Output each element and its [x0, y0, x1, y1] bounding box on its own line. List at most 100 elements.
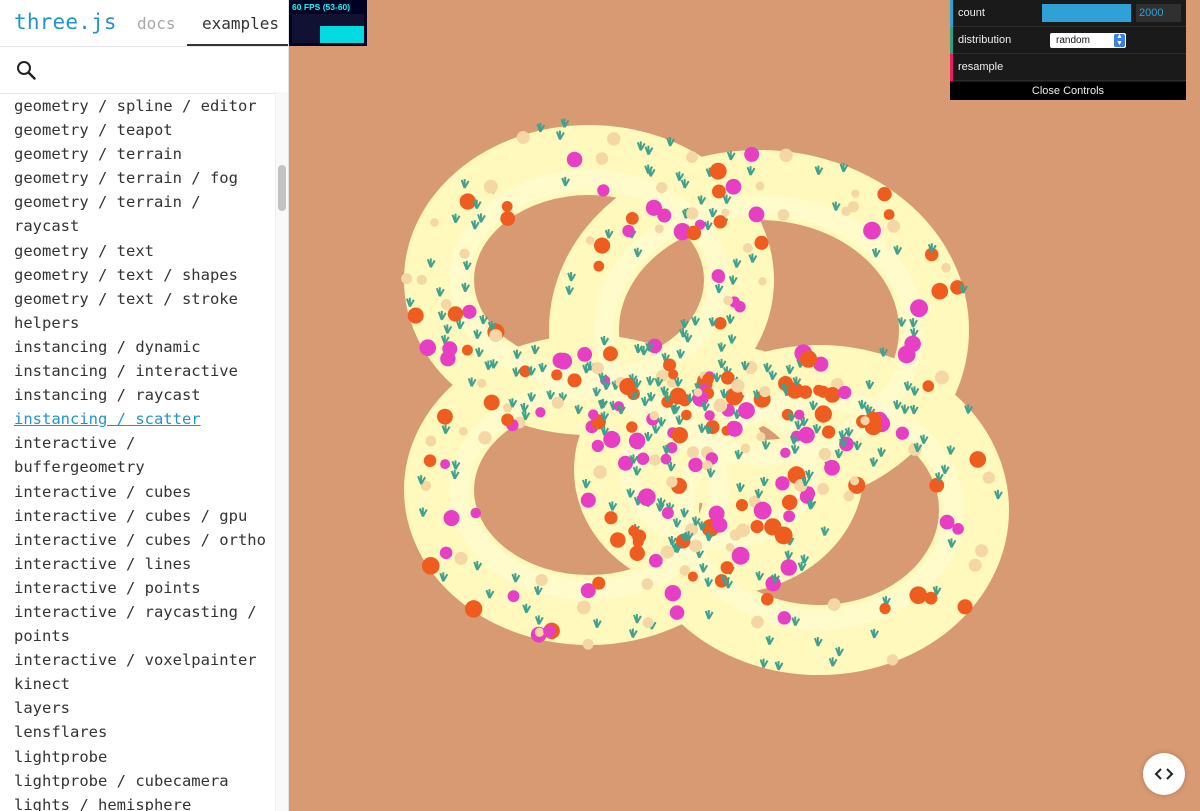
- example-link[interactable]: interactive / points: [14, 576, 276, 600]
- select-arrows-icon[interactable]: ▲ ▼: [1114, 33, 1125, 47]
- flower-instance: [580, 492, 596, 508]
- count-label: count: [958, 7, 985, 19]
- example-link[interactable]: geometry / terrain: [14, 142, 276, 166]
- flower-instance: [712, 517, 728, 533]
- flower-instance: [887, 219, 901, 233]
- flower-instance: [726, 421, 743, 437]
- flower-instance: [686, 151, 698, 163]
- example-link[interactable]: lightprobe: [14, 745, 276, 769]
- example-link[interactable]: interactive / cubes / gpu: [14, 504, 276, 528]
- flower-instance: [642, 617, 654, 629]
- flower-instance: [593, 465, 607, 479]
- search-bar[interactable]: [0, 47, 288, 94]
- control-resample[interactable]: resample: [950, 54, 1186, 81]
- flower-instance: [566, 151, 583, 168]
- flower-instance: [628, 525, 640, 537]
- flower-instance: [860, 416, 870, 426]
- flower-instance: [656, 181, 668, 194]
- flower-instance: [886, 654, 899, 666]
- example-link[interactable]: helpers: [14, 311, 276, 335]
- close-controls-button[interactable]: Close Controls: [950, 82, 1186, 100]
- flower-instance: [407, 307, 424, 324]
- example-link[interactable]: instancing / dynamic: [14, 335, 276, 359]
- distribution-select[interactable]: random ▲ ▼: [1050, 33, 1126, 48]
- tab-examples[interactable]: examples: [202, 14, 279, 33]
- flower-instance: [814, 405, 832, 423]
- flower-instance: [430, 218, 439, 227]
- example-link[interactable]: layers: [14, 696, 276, 720]
- example-link[interactable]: interactive / raycasting / points: [14, 600, 276, 648]
- flower-instance: [723, 295, 733, 306]
- flower-instance: [922, 380, 935, 392]
- flower-instance: [626, 421, 638, 433]
- count-slider-fill[interactable]: [1042, 4, 1132, 22]
- flower-instance: [838, 385, 852, 400]
- scrollbar-thumb[interactable]: [278, 165, 286, 211]
- flower-instance: [975, 544, 989, 558]
- flower-instance: [931, 282, 949, 300]
- flower-instance: [483, 394, 500, 411]
- example-link[interactable]: geometry / teapot: [14, 118, 276, 142]
- example-link[interactable]: instancing / scatter: [14, 407, 276, 431]
- flower-instance: [606, 132, 621, 146]
- sidebar: three.js docs examples geometry / spline…: [0, 0, 289, 811]
- flower-instance: [638, 488, 656, 506]
- flower-instance: [669, 387, 687, 405]
- flower-instance: [436, 408, 453, 425]
- example-link[interactable]: geometry / text / stroke: [14, 287, 276, 311]
- flower-instance: [895, 426, 910, 440]
- example-link[interactable]: geometry / text: [14, 239, 276, 263]
- count-input[interactable]: 2000: [1136, 4, 1181, 22]
- resample-button[interactable]: resample: [958, 61, 1003, 73]
- flower-instance: [577, 347, 593, 362]
- flower-instance: [798, 426, 814, 442]
- flower-instance: [461, 344, 473, 356]
- flower-instance: [725, 543, 735, 552]
- flower-instance: [729, 529, 742, 541]
- flower-instance: [968, 558, 982, 572]
- example-link[interactable]: interactive / cubes: [14, 480, 276, 504]
- flower-instance: [687, 571, 698, 582]
- tab-docs[interactable]: docs: [137, 14, 176, 33]
- example-link[interactable]: kinect: [14, 672, 276, 696]
- example-link[interactable]: instancing / raycast: [14, 383, 276, 407]
- flower-instance: [780, 447, 791, 459]
- flower-instance: [555, 352, 573, 370]
- example-link[interactable]: interactive / cubes / ortho: [14, 528, 276, 552]
- example-link[interactable]: geometry / terrain / raycast: [14, 190, 276, 238]
- flower-instance: [483, 179, 498, 194]
- example-link[interactable]: lights / hemisphere: [14, 793, 276, 811]
- flower-instance: [779, 148, 793, 163]
- example-link[interactable]: interactive / lines: [14, 552, 276, 576]
- scene-canvas[interactable]: [289, 0, 1200, 811]
- flower-instance: [777, 209, 790, 221]
- search-icon[interactable]: [16, 60, 36, 80]
- example-link[interactable]: interactive / voxelpainter: [14, 648, 276, 672]
- flower-instance: [777, 611, 792, 625]
- flower-instance: [516, 131, 530, 144]
- flower-instance: [742, 243, 753, 253]
- flower-instance: [799, 350, 818, 368]
- flower-instance: [904, 335, 921, 353]
- example-link[interactable]: lightprobe / cubecamera: [14, 769, 276, 793]
- flower-instance: [663, 358, 677, 372]
- flower-instance: [669, 605, 685, 620]
- example-link[interactable]: lensflares: [14, 720, 276, 744]
- example-link[interactable]: geometry / text / shapes: [14, 263, 276, 287]
- example-link[interactable]: interactive / buffergeometry: [14, 431, 276, 479]
- distribution-value: random: [1056, 35, 1090, 46]
- example-link[interactable]: geometry / spline / editor: [14, 94, 276, 118]
- flower-instance: [442, 341, 458, 357]
- brand-link[interactable]: three.js: [14, 10, 117, 34]
- flower-instance: [934, 370, 949, 385]
- flower-instance: [713, 215, 727, 229]
- view-source-button[interactable]: [1143, 753, 1185, 795]
- flower-instance: [824, 387, 841, 403]
- flower-instance: [585, 236, 595, 245]
- flower-instance: [458, 426, 468, 436]
- example-link[interactable]: instancing / interactive: [14, 359, 276, 383]
- flower-instance: [843, 490, 855, 502]
- flower-instance: [775, 476, 790, 491]
- flower-instance: [567, 373, 582, 388]
- example-link[interactable]: geometry / terrain / fog: [14, 166, 276, 190]
